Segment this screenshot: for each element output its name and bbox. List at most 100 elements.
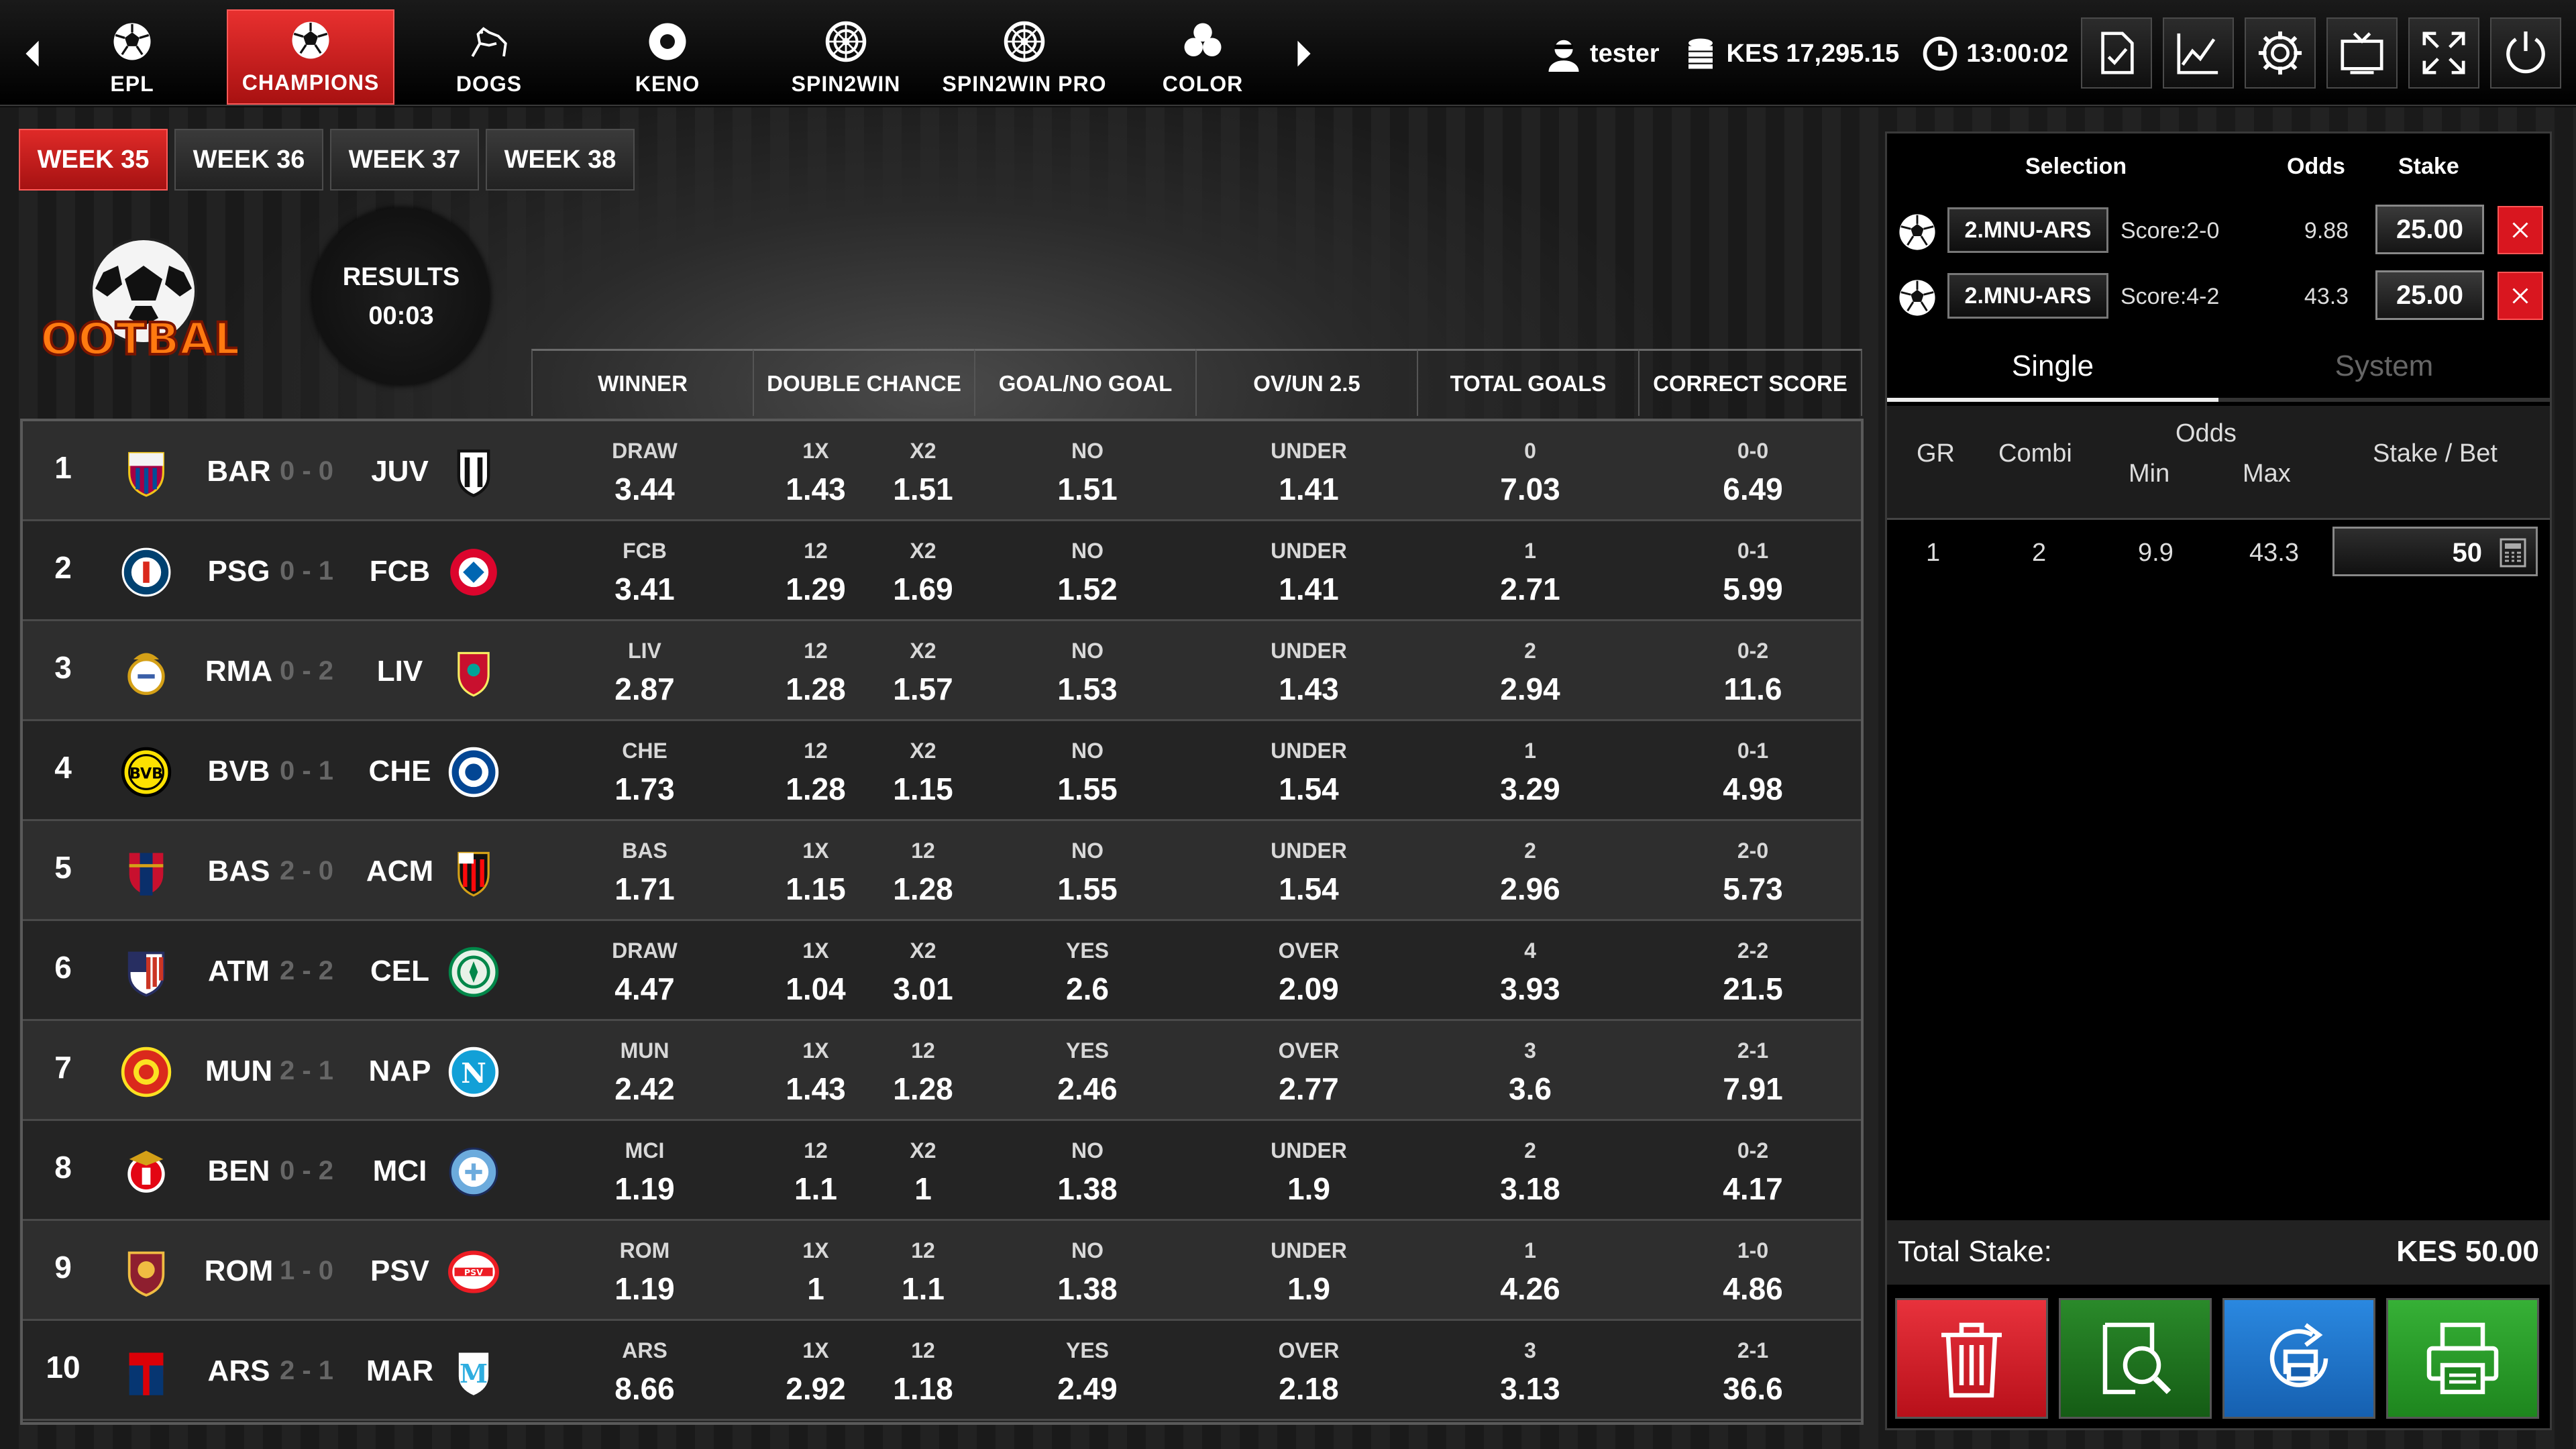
week-tab-35[interactable]: WEEK 35: [19, 129, 168, 191]
nav-tab-epl[interactable]: EPL: [48, 9, 216, 105]
odds-cell-double-chance-1[interactable]: 1X 1: [762, 1221, 869, 1318]
odds-cell-correct-score[interactable]: 2-1 7.91: [1699, 1021, 1807, 1118]
odds-cell-goal-no-goal[interactable]: YES 2.6: [1034, 921, 1141, 1018]
odds-cell-over-under[interactable]: UNDER 1.43: [1255, 621, 1362, 718]
odds-cell-winner[interactable]: DRAW 3.44: [591, 421, 698, 519]
odds-cell-double-chance-1[interactable]: 1X 1.43: [762, 1021, 869, 1118]
nav-next-arrow[interactable]: [1291, 34, 1318, 74]
odds-cell-total-goals[interactable]: 1 3.29: [1477, 721, 1584, 818]
odds-cell-over-under[interactable]: OVER 2.77: [1255, 1021, 1362, 1118]
odds-cell-total-goals[interactable]: 3 3.6: [1477, 1021, 1584, 1118]
odds-cell-winner[interactable]: CHE 1.73: [591, 721, 698, 818]
odds-cell-double-chance-1[interactable]: 12 1.1: [762, 1121, 869, 1218]
odds-cell-over-under[interactable]: UNDER 1.9: [1255, 1221, 1362, 1318]
odds-cell-correct-score[interactable]: 0-0 6.49: [1699, 421, 1807, 519]
ticket-check-button[interactable]: [2081, 17, 2152, 89]
odds-cell-total-goals[interactable]: 0 7.03: [1477, 421, 1584, 519]
nav-tab-spin2win[interactable]: SPIN2WIN: [762, 9, 930, 105]
selection-stake-input[interactable]: 25.00: [2375, 205, 2484, 254]
stake-per-bet-input[interactable]: 50: [2332, 527, 2538, 576]
odds-cell-correct-score[interactable]: 0-1 4.98: [1699, 721, 1807, 818]
odds-cell-goal-no-goal[interactable]: NO 1.51: [1034, 421, 1141, 519]
odds-cell-goal-no-goal[interactable]: NO 1.55: [1034, 721, 1141, 818]
settings-button[interactable]: [2245, 17, 2316, 89]
odds-cell-correct-score[interactable]: 2-0 5.73: [1699, 821, 1807, 918]
odds-cell-double-chance-2[interactable]: X2 3.01: [869, 921, 977, 1018]
selection-stake-input[interactable]: 25.00: [2375, 270, 2484, 320]
delete-button[interactable]: [1895, 1298, 2048, 1419]
nav-tab-keno[interactable]: KENO: [584, 9, 751, 105]
odds-cell-goal-no-goal[interactable]: YES 2.46: [1034, 1021, 1141, 1118]
remove-selection-button[interactable]: [2498, 206, 2543, 254]
week-tab-38[interactable]: WEEK 38: [486, 129, 635, 191]
odds-cell-total-goals[interactable]: 2 2.94: [1477, 621, 1584, 718]
remove-selection-button[interactable]: [2498, 272, 2543, 320]
nav-tab-spin2win-pro[interactable]: SPIN2WIN PRO: [941, 9, 1108, 105]
statistics-button[interactable]: [2163, 17, 2234, 89]
odds-cell-double-chance-1[interactable]: 1X 1.04: [762, 921, 869, 1018]
odds-cell-over-under[interactable]: UNDER 1.54: [1255, 821, 1362, 918]
odds-cell-correct-score[interactable]: 0-1 5.99: [1699, 521, 1807, 619]
print-button[interactable]: [2386, 1298, 2539, 1419]
odds-cell-goal-no-goal[interactable]: YES 2.49: [1034, 1321, 1141, 1418]
odds-cell-double-chance-2[interactable]: X2 1.57: [869, 621, 977, 718]
reprint-button[interactable]: [2222, 1298, 2375, 1419]
odds-cell-winner[interactable]: MCI 1.19: [591, 1121, 698, 1218]
odds-cell-double-chance-2[interactable]: X2 1.69: [869, 521, 977, 619]
odds-cell-double-chance-1[interactable]: 1X 2.92: [762, 1321, 869, 1418]
selection-match[interactable]: 2.MNU-ARS: [1947, 207, 2108, 253]
odds-cell-double-chance-1[interactable]: 1X 1.15: [762, 821, 869, 918]
search-ticket-button[interactable]: [2059, 1298, 2212, 1419]
odds-cell-double-chance-2[interactable]: 12 1.18: [869, 1321, 977, 1418]
odds-cell-double-chance-1[interactable]: 12 1.29: [762, 521, 869, 619]
odds-cell-winner[interactable]: MUN 2.42: [591, 1021, 698, 1118]
odds-cell-over-under[interactable]: UNDER 1.54: [1255, 721, 1362, 818]
odds-cell-winner[interactable]: DRAW 4.47: [591, 921, 698, 1018]
odds-cell-winner[interactable]: ARS 8.66: [591, 1321, 698, 1418]
odds-cell-winner[interactable]: ROM 1.19: [591, 1221, 698, 1318]
odds-cell-goal-no-goal[interactable]: NO 1.38: [1034, 1221, 1141, 1318]
nav-tab-color[interactable]: COLOR: [1119, 9, 1287, 105]
nav-tab-dogs[interactable]: DOGS: [405, 9, 573, 105]
week-tab-36[interactable]: WEEK 36: [174, 129, 323, 191]
odds-cell-total-goals[interactable]: 2 2.96: [1477, 821, 1584, 918]
odds-cell-over-under[interactable]: OVER 2.18: [1255, 1321, 1362, 1418]
odds-cell-double-chance-2[interactable]: X2 1.51: [869, 421, 977, 519]
odds-cell-total-goals[interactable]: 1 4.26: [1477, 1221, 1584, 1318]
tab-system[interactable]: System: [2218, 335, 2550, 402]
odds-cell-correct-score[interactable]: 2-2 21.5: [1699, 921, 1807, 1018]
odds-cell-double-chance-2[interactable]: 12 1.1: [869, 1221, 977, 1318]
odds-cell-total-goals[interactable]: 4 3.93: [1477, 921, 1584, 1018]
odds-cell-goal-no-goal[interactable]: NO 1.53: [1034, 621, 1141, 718]
odds-cell-goal-no-goal[interactable]: NO 1.52: [1034, 521, 1141, 619]
odds-cell-double-chance-2[interactable]: X2 1.15: [869, 721, 977, 818]
calculator-icon[interactable]: [2500, 538, 2526, 568]
odds-cell-double-chance-1[interactable]: 12 1.28: [762, 621, 869, 718]
odds-cell-double-chance-2[interactable]: 12 1.28: [869, 1021, 977, 1118]
odds-cell-correct-score[interactable]: 1-0 4.86: [1699, 1221, 1807, 1318]
power-button[interactable]: [2490, 17, 2561, 89]
odds-cell-winner[interactable]: LIV 2.87: [591, 621, 698, 718]
odds-cell-double-chance-1[interactable]: 1X 1.43: [762, 421, 869, 519]
nav-tab-champions[interactable]: CHAMPIONS: [227, 9, 394, 105]
odds-cell-correct-score[interactable]: 0-2 4.17: [1699, 1121, 1807, 1218]
odds-cell-over-under[interactable]: UNDER 1.41: [1255, 521, 1362, 619]
odds-cell-winner[interactable]: FCB 3.41: [591, 521, 698, 619]
odds-cell-total-goals[interactable]: 1 2.71: [1477, 521, 1584, 619]
nav-prev-arrow[interactable]: [19, 34, 46, 74]
odds-cell-winner[interactable]: BAS 1.71: [591, 821, 698, 918]
odds-cell-goal-no-goal[interactable]: NO 1.38: [1034, 1121, 1141, 1218]
week-tab-37[interactable]: WEEK 37: [330, 129, 479, 191]
odds-cell-over-under[interactable]: UNDER 1.41: [1255, 421, 1362, 519]
odds-cell-goal-no-goal[interactable]: NO 1.55: [1034, 821, 1141, 918]
fullscreen-button[interactable]: [2408, 17, 2479, 89]
odds-cell-over-under[interactable]: UNDER 1.9: [1255, 1121, 1362, 1218]
odds-cell-over-under[interactable]: OVER 2.09: [1255, 921, 1362, 1018]
selection-match[interactable]: 2.MNU-ARS: [1947, 273, 2108, 319]
tv-button[interactable]: [2326, 17, 2398, 89]
odds-cell-double-chance-1[interactable]: 12 1.28: [762, 721, 869, 818]
odds-cell-correct-score[interactable]: 0-2 11.6: [1699, 621, 1807, 718]
odds-cell-correct-score[interactable]: 2-1 36.6: [1699, 1321, 1807, 1418]
results-countdown[interactable]: RESULTS 00:03: [313, 208, 490, 385]
odds-cell-total-goals[interactable]: 2 3.18: [1477, 1121, 1584, 1218]
